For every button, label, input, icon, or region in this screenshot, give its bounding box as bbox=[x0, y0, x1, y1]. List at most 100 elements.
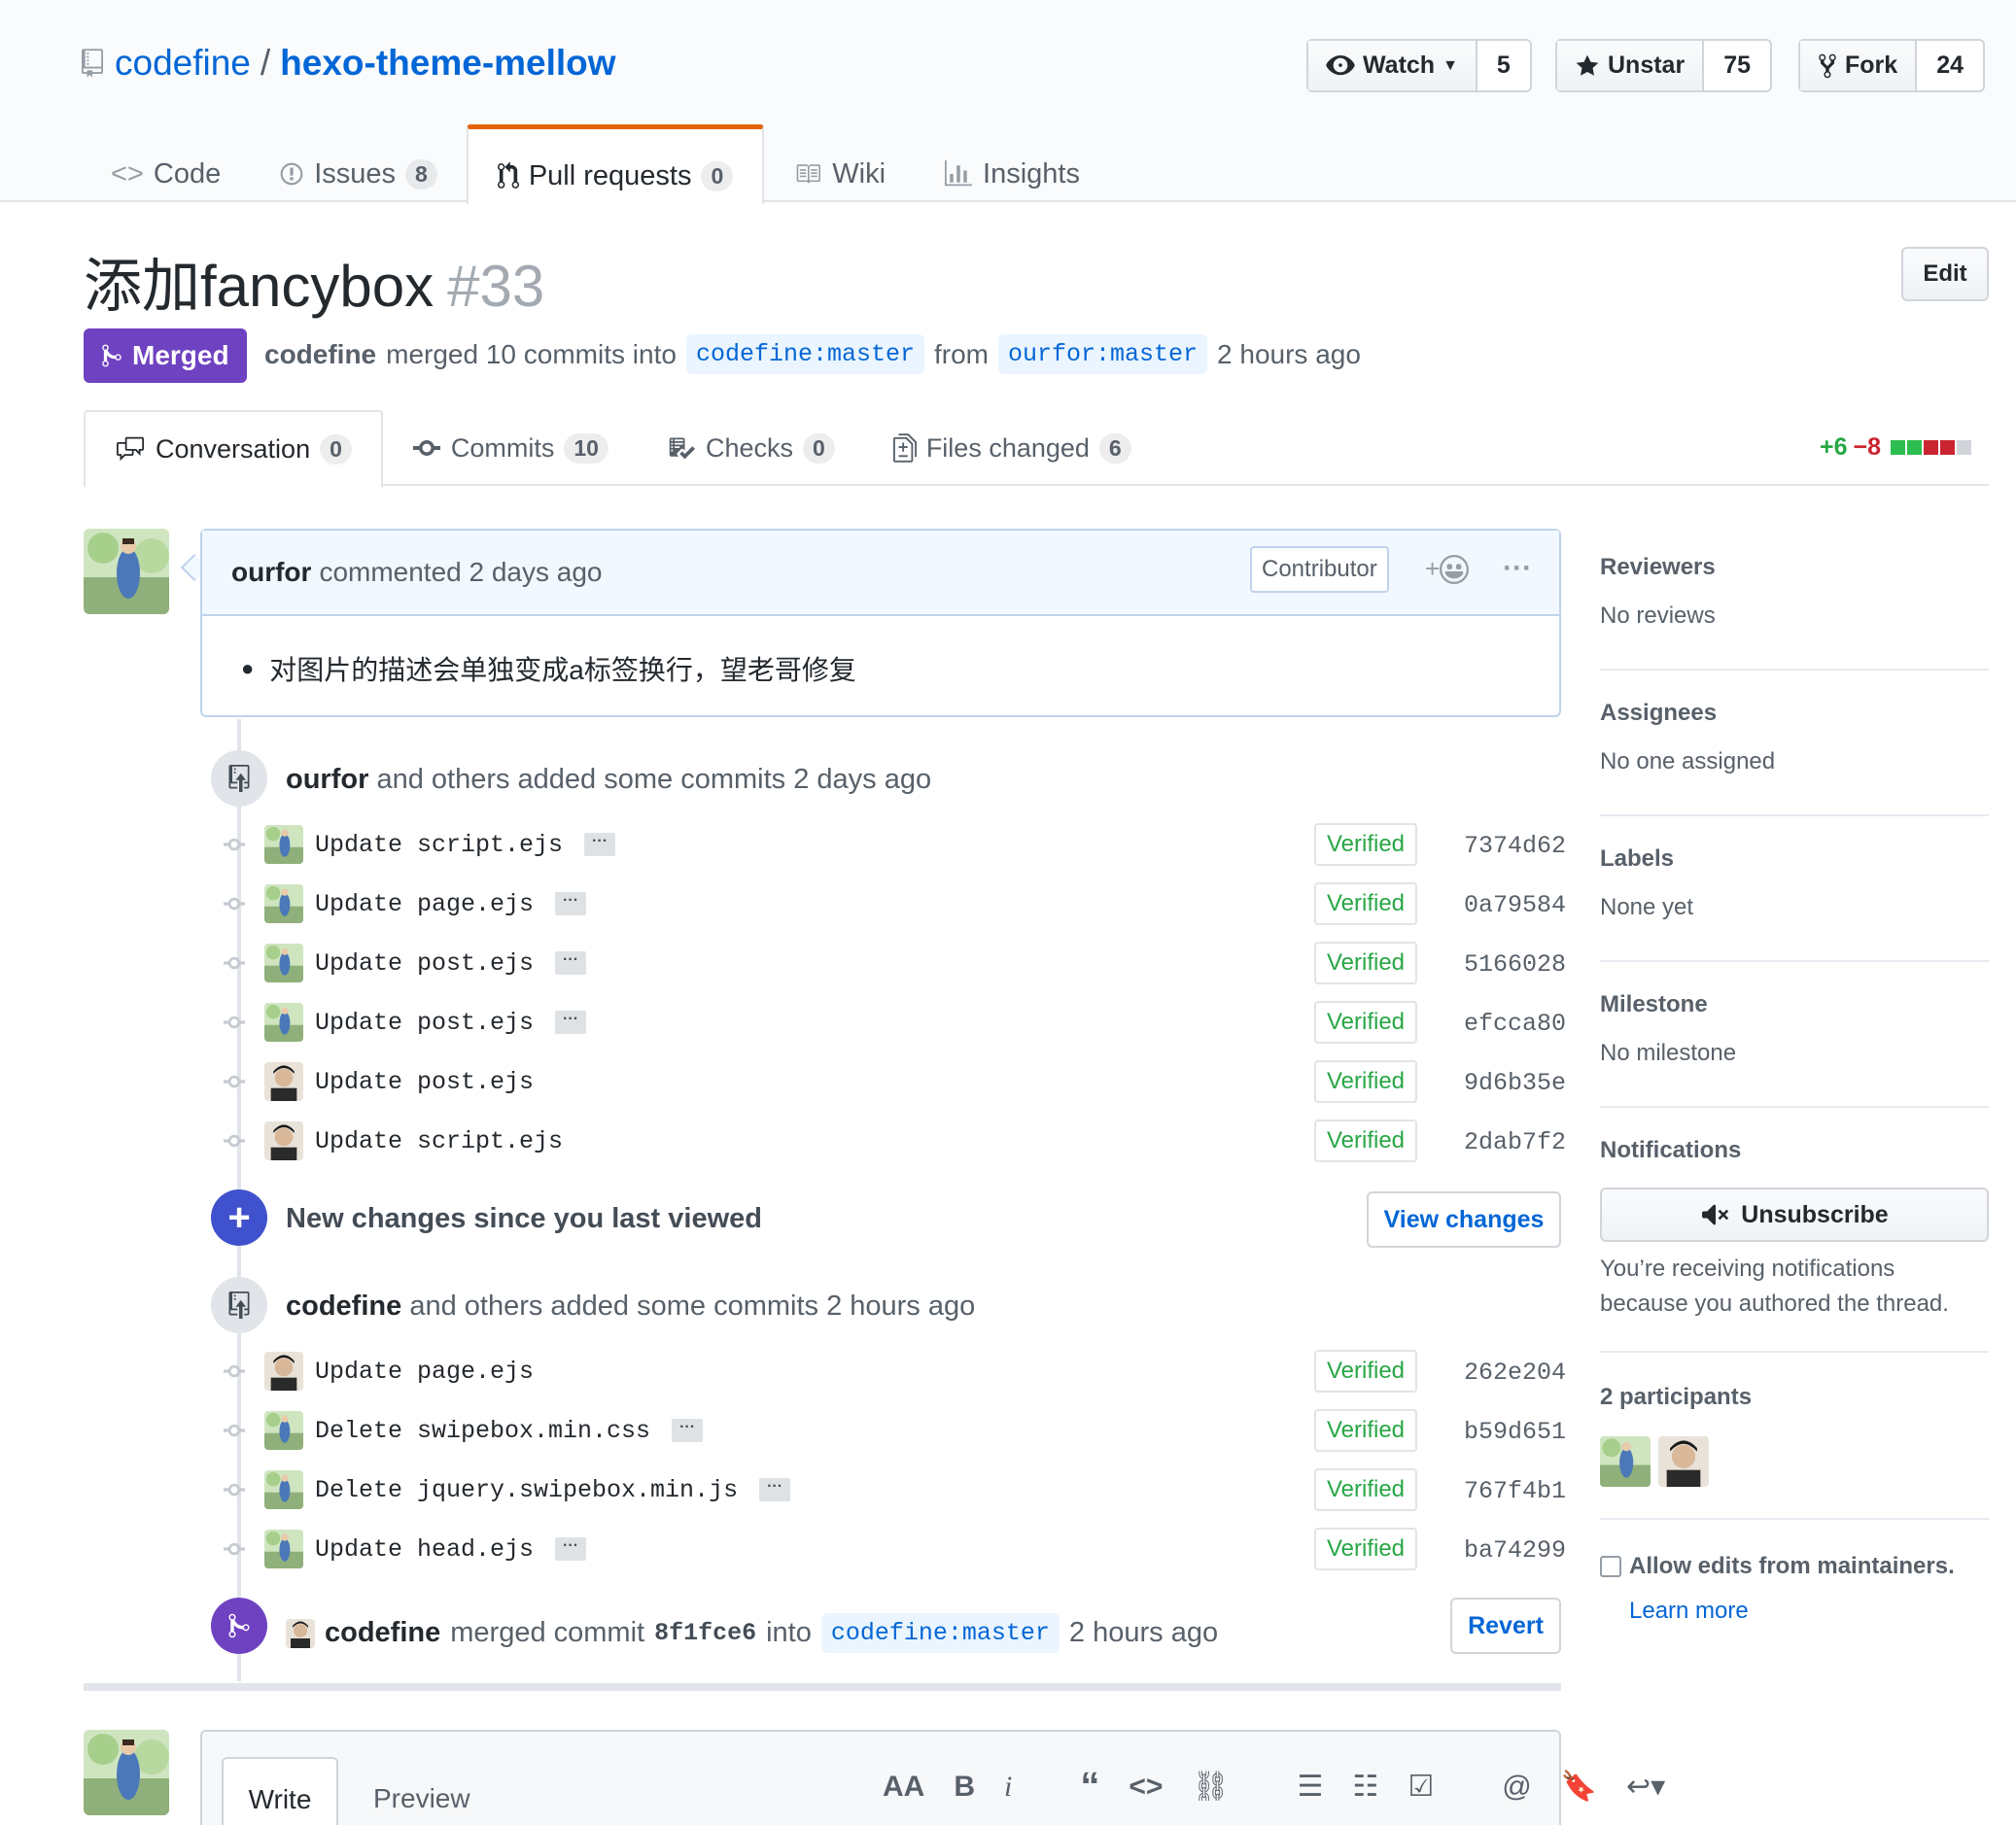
view-changes-button[interactable]: View changes bbox=[1367, 1191, 1561, 1248]
commit-sha-link[interactable]: 2dab7f2 bbox=[1464, 1128, 1566, 1156]
commit-sha-link[interactable]: 0a79584 bbox=[1464, 891, 1566, 919]
tab-checks[interactable]: Checks 0 bbox=[638, 410, 864, 486]
merge-branch[interactable]: codefine:master bbox=[820, 1613, 1060, 1653]
commit-message-link[interactable]: Update script.ejs bbox=[315, 831, 563, 859]
list-unordered-icon[interactable]: ☰ bbox=[1298, 1770, 1324, 1804]
commit-message-link[interactable]: Update post.ejs bbox=[315, 1009, 534, 1037]
verified-badge[interactable]: Verified bbox=[1314, 1060, 1417, 1103]
repo-owner-link[interactable]: codefine bbox=[115, 43, 251, 84]
nav-wiki[interactable]: Wiki bbox=[764, 124, 915, 202]
avatar[interactable] bbox=[264, 1121, 303, 1160]
avatar[interactable] bbox=[84, 529, 169, 614]
avatar[interactable] bbox=[1600, 1436, 1651, 1487]
verified-badge[interactable]: Verified bbox=[1314, 942, 1417, 984]
quote-icon[interactable]: “ bbox=[1080, 1765, 1099, 1808]
commit-message-link[interactable]: Update post.ejs bbox=[315, 949, 534, 978]
tab-write[interactable]: Write bbox=[222, 1757, 338, 1825]
fork-button[interactable]: Fork bbox=[1800, 41, 1918, 90]
commit-group-1-author[interactable]: ourfor bbox=[286, 764, 368, 795]
commit-sha-link[interactable]: efcca80 bbox=[1464, 1010, 1566, 1038]
pr-author-link[interactable]: codefine bbox=[264, 339, 376, 370]
maintainer-edits-label[interactable]: Allow edits from maintainers. bbox=[1629, 1553, 1955, 1580]
commit-message-link[interactable]: Delete jquery.swipebox.min.js bbox=[315, 1476, 738, 1504]
watch-count[interactable]: 5 bbox=[1477, 41, 1530, 90]
commit-message-link[interactable]: Delete swipebox.min.css bbox=[315, 1417, 650, 1445]
merge-commit-sha[interactable]: 8f1fce6 bbox=[654, 1619, 756, 1647]
ellipsis-expander-button[interactable]: ··· bbox=[555, 1537, 587, 1561]
avatar[interactable] bbox=[1658, 1436, 1709, 1487]
diffstat[interactable]: +6 −8 bbox=[1820, 433, 1972, 462]
tab-conversation[interactable]: Conversation 0 bbox=[84, 410, 383, 488]
commit-message-link[interactable]: Update script.ejs bbox=[315, 1127, 563, 1155]
verified-badge[interactable]: Verified bbox=[1314, 1528, 1417, 1570]
avatar[interactable] bbox=[264, 1470, 303, 1509]
bookmark-icon[interactable]: 🔖 bbox=[1561, 1770, 1597, 1804]
text-size-icon[interactable]: AA bbox=[883, 1771, 924, 1804]
verified-badge[interactable]: Verified bbox=[1314, 1468, 1417, 1511]
verified-badge[interactable]: Verified bbox=[1314, 1001, 1417, 1044]
sidebar-milestone[interactable]: Milestone No milestone bbox=[1600, 991, 1989, 1067]
unsubscribe-button[interactable]: Unsubscribe bbox=[1600, 1188, 1989, 1242]
ellipsis-expander-button[interactable]: ··· bbox=[555, 1011, 587, 1034]
base-branch[interactable]: codefine:master bbox=[685, 334, 924, 374]
revert-button[interactable]: Revert bbox=[1450, 1598, 1561, 1654]
watch-button[interactable]: Watch ▼ bbox=[1308, 41, 1477, 90]
kebab-horizontal-icon[interactable]: ··· bbox=[1503, 552, 1532, 585]
avatar[interactable] bbox=[264, 1003, 303, 1042]
ellipsis-expander-button[interactable]: ··· bbox=[672, 1419, 704, 1442]
commit-sha-link[interactable]: ba74299 bbox=[1464, 1536, 1566, 1565]
commit-message-link[interactable]: Update post.ejs bbox=[315, 1068, 534, 1096]
merge-author-link[interactable]: codefine bbox=[325, 1617, 440, 1649]
verified-badge[interactable]: Verified bbox=[1314, 1350, 1417, 1393]
avatar[interactable] bbox=[286, 1618, 315, 1648]
tasklist-icon[interactable]: ☑ bbox=[1408, 1770, 1434, 1804]
commit-sha-link[interactable]: 9d6b35e bbox=[1464, 1069, 1566, 1097]
mention-icon[interactable]: @ bbox=[1502, 1771, 1531, 1804]
avatar[interactable] bbox=[264, 1411, 303, 1450]
reply-icon[interactable]: ↩▾ bbox=[1626, 1770, 1665, 1804]
code-icon[interactable]: <> bbox=[1129, 1771, 1163, 1804]
fork-count[interactable]: 24 bbox=[1917, 41, 1983, 90]
maintainer-edits-checkbox[interactable] bbox=[1600, 1556, 1621, 1577]
italic-icon[interactable]: i bbox=[1004, 1771, 1012, 1804]
avatar[interactable] bbox=[264, 944, 303, 982]
commit-sha-link[interactable]: 767f4b1 bbox=[1464, 1477, 1566, 1505]
tab-files-changed[interactable]: Files changed 6 bbox=[864, 410, 1161, 486]
commit-sha-link[interactable]: 5166028 bbox=[1464, 950, 1566, 979]
comment-action[interactable]: commented 2 days ago bbox=[319, 557, 602, 588]
verified-badge[interactable]: Verified bbox=[1314, 1119, 1417, 1162]
sidebar-labels[interactable]: Labels None yet bbox=[1600, 845, 1989, 921]
avatar[interactable] bbox=[84, 1730, 169, 1815]
bold-icon[interactable]: B bbox=[954, 1771, 975, 1804]
verified-badge[interactable]: Verified bbox=[1314, 1409, 1417, 1452]
link-icon[interactable]: ⛓ bbox=[1192, 1770, 1229, 1804]
commit-message-link[interactable]: Update page.ejs bbox=[315, 890, 534, 918]
ellipsis-expander-button[interactable]: ··· bbox=[555, 892, 587, 915]
avatar[interactable] bbox=[264, 1530, 303, 1568]
avatar[interactable] bbox=[264, 884, 303, 923]
nav-pull-requests[interactable]: Pull requests 0 bbox=[466, 124, 765, 204]
tab-preview[interactable]: Preview bbox=[348, 1757, 496, 1825]
ellipsis-expander-button[interactable]: ··· bbox=[759, 1478, 791, 1501]
avatar[interactable] bbox=[264, 1352, 303, 1391]
commit-group-2-author[interactable]: codefine bbox=[286, 1291, 401, 1322]
comment-author-link[interactable]: ourfor bbox=[231, 557, 311, 588]
edit-title-button[interactable]: Edit bbox=[1901, 247, 1989, 301]
verified-badge[interactable]: Verified bbox=[1314, 882, 1417, 925]
add-reaction-button[interactable]: + bbox=[1425, 554, 1470, 584]
nav-insights[interactable]: Insights bbox=[915, 124, 1109, 202]
commit-message-link[interactable]: Update page.ejs bbox=[315, 1358, 534, 1386]
list-ordered-icon[interactable]: ☷ bbox=[1352, 1770, 1378, 1804]
learn-more-link[interactable]: Learn more bbox=[1629, 1598, 2016, 1625]
commit-sha-link[interactable]: 7374d62 bbox=[1464, 832, 1566, 860]
repo-name-link[interactable]: hexo-theme-mellow bbox=[280, 43, 615, 84]
unstar-button[interactable]: Unstar bbox=[1557, 41, 1705, 90]
commit-sha-link[interactable]: b59d651 bbox=[1464, 1418, 1566, 1446]
sidebar-assignees[interactable]: Assignees No one assigned bbox=[1600, 700, 1989, 775]
nav-code[interactable]: <> Code bbox=[82, 124, 250, 202]
ellipsis-expander-button[interactable]: ··· bbox=[555, 951, 587, 975]
commit-message-link[interactable]: Update head.ejs bbox=[315, 1535, 534, 1564]
nav-issues[interactable]: Issues 8 bbox=[250, 124, 467, 202]
avatar[interactable] bbox=[264, 825, 303, 864]
head-branch[interactable]: ourfor:master bbox=[997, 334, 1208, 374]
